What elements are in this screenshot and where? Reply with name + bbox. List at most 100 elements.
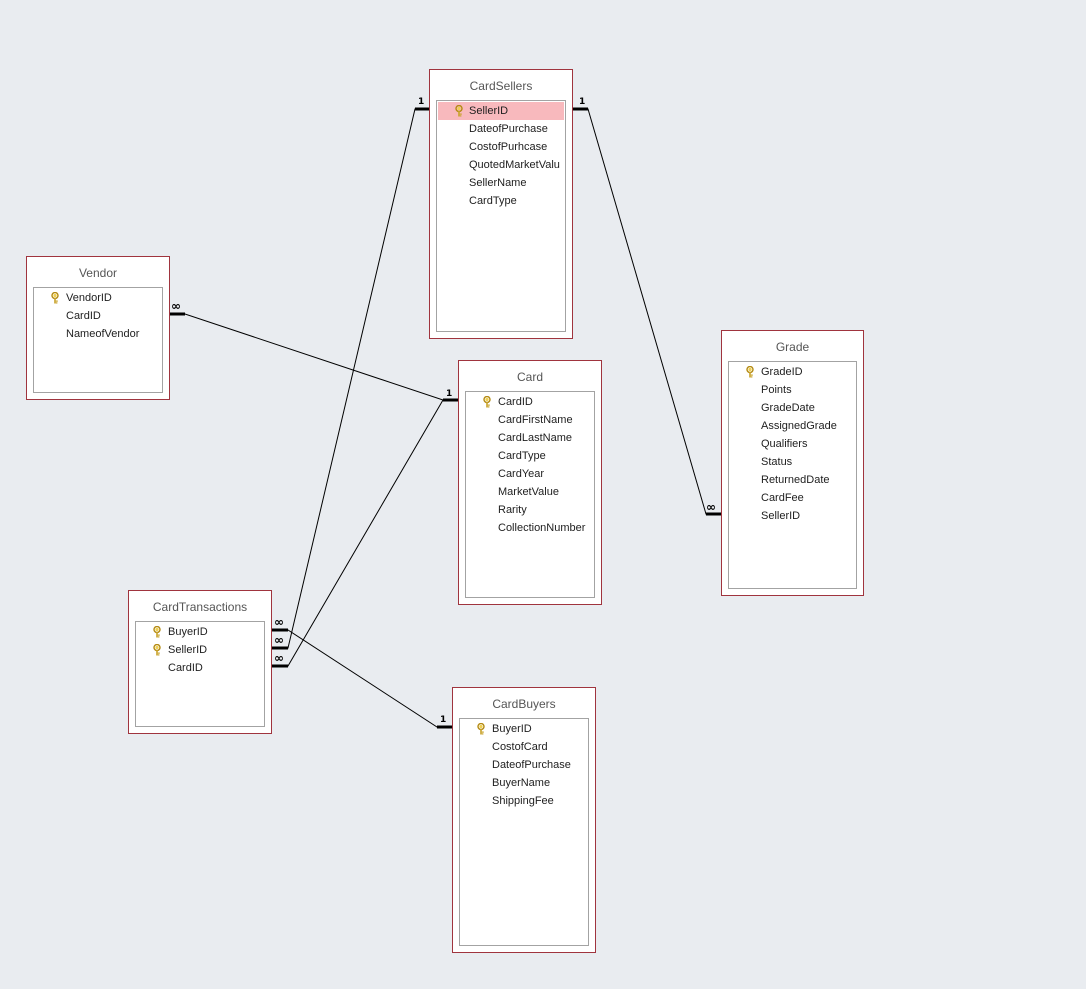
field-name: CardFee [761, 492, 804, 504]
one-marker: 1 [579, 97, 586, 107]
field-row[interactable]: Status [729, 453, 856, 471]
field-row[interactable]: GradeID [729, 363, 856, 381]
relationship-line-card-transactions [271, 399, 459, 667]
field-name: BuyerID [492, 723, 532, 735]
field-name: CardType [469, 195, 517, 207]
primary-key-icon [50, 291, 60, 304]
field-row[interactable]: GradeDate [729, 399, 856, 417]
field-row[interactable]: ReturnedDate [729, 471, 856, 489]
primary-key-icon [152, 625, 162, 638]
field-row[interactable]: SellerID [729, 507, 856, 525]
relationship-line-buyers-transactions [271, 629, 453, 728]
field-row[interactable]: Qualifiers [729, 435, 856, 453]
field-row[interactable]: CardFee [729, 489, 856, 507]
field-row[interactable]: BuyerID [136, 623, 264, 641]
table-vendor[interactable]: Vendor VendorID CardID NameofVendor [26, 256, 170, 400]
field-row[interactable]: ShippingFee [460, 792, 588, 810]
relationship-line-vendor-card [169, 313, 459, 401]
field-name: MarketValue [498, 486, 559, 498]
table-title[interactable]: CardBuyers [453, 688, 595, 720]
field-name: SellerName [469, 177, 527, 189]
field-row[interactable]: CardID [34, 307, 162, 325]
field-name: SellerID [469, 105, 509, 117]
field-list[interactable]: BuyerID CostofCard DateofPurchase BuyerName… [459, 718, 589, 946]
field-list[interactable]: SellerID DateofPurchase CostofPurhcase Quot… [436, 100, 566, 332]
field-row[interactable]: SellerName [437, 174, 565, 192]
field-row[interactable]: CardFirstName [466, 411, 594, 429]
table-title[interactable]: CardTransactions [129, 591, 271, 623]
field-row[interactable]: SellerID [438, 102, 564, 120]
field-name: BuyerID [168, 626, 208, 638]
table-card[interactable]: Card CardID CardFirstName CardLastName Card… [458, 360, 602, 605]
field-row[interactable]: CollectionNumber [466, 519, 594, 537]
field-row[interactable]: NameofVendor [34, 325, 162, 343]
field-list[interactable]: VendorID CardID NameofVendor [33, 287, 163, 393]
field-row[interactable]: BuyerName [460, 774, 588, 792]
table-cardbuyers[interactable]: CardBuyers BuyerID CostofCard DateofPurcha… [452, 687, 596, 953]
field-name: Rarity [498, 504, 527, 516]
field-row[interactable]: CostofCard [460, 738, 588, 756]
field-row[interactable]: SellerID [136, 641, 264, 659]
table-title[interactable]: CardSellers [430, 70, 572, 102]
field-row[interactable]: VendorID [34, 289, 162, 307]
field-row[interactable]: CardYear [466, 465, 594, 483]
field-name: AssignedGrade [761, 420, 837, 432]
many-marker: ∞ [274, 651, 284, 665]
field-name: CollectionNumber [498, 522, 586, 534]
field-name: GradeDate [761, 402, 815, 414]
primary-key-icon [476, 722, 486, 735]
one-marker: 1 [418, 97, 425, 107]
field-name: SellerID [168, 644, 208, 656]
field-row[interactable]: CardType [466, 447, 594, 465]
field-row[interactable]: CardLastName [466, 429, 594, 447]
table-title[interactable]: Card [459, 361, 601, 393]
field-name: GradeID [761, 366, 803, 378]
field-name: CardFirstName [498, 414, 573, 426]
table-title[interactable]: Vendor [27, 257, 169, 289]
primary-key-icon [454, 104, 464, 117]
many-marker: ∞ [274, 615, 284, 629]
field-row[interactable]: MarketValue [466, 483, 594, 501]
field-list[interactable]: GradeID Points GradeDate AssignedGrade Quali… [728, 361, 857, 589]
field-name: CardID [66, 310, 101, 322]
field-name: CardID [168, 662, 203, 674]
table-title[interactable]: Grade [722, 331, 863, 363]
table-grade[interactable]: Grade GradeID Points GradeDate AssignedGrad… [721, 330, 864, 596]
field-name: CardLastName [498, 432, 572, 444]
field-row[interactable]: DateofPurchase [460, 756, 588, 774]
table-cardsellers[interactable]: CardSellers SellerID DateofPurchase Costof… [429, 69, 573, 339]
primary-key-icon [482, 395, 492, 408]
field-row[interactable]: BuyerID [460, 720, 588, 738]
field-row[interactable]: Points [729, 381, 856, 399]
field-row[interactable]: QuotedMarketValu [437, 156, 565, 174]
field-name: DateofPurchase [492, 759, 571, 771]
field-row[interactable]: DateofPurchase [437, 120, 565, 138]
field-name: BuyerName [492, 777, 551, 789]
field-row[interactable]: Rarity [466, 501, 594, 519]
field-name: ShippingFee [492, 795, 554, 807]
field-name: Points [761, 384, 792, 396]
field-name: VendorID [66, 292, 112, 304]
primary-key-icon [745, 365, 755, 378]
field-row[interactable]: CardID [136, 659, 264, 677]
many-marker: ∞ [274, 633, 284, 647]
field-row[interactable]: CostofPurhcase [437, 138, 565, 156]
many-marker: ∞ [706, 500, 716, 514]
field-row[interactable]: CardType [437, 192, 565, 210]
field-name: Status [761, 456, 793, 468]
field-name: Qualifiers [761, 438, 808, 450]
field-row[interactable]: AssignedGrade [729, 417, 856, 435]
relationship-line-sellers-transactions [271, 108, 430, 649]
table-cardtransactions[interactable]: CardTransactions BuyerID SellerID CardID [128, 590, 272, 734]
one-marker: 1 [440, 715, 447, 725]
field-name: CostofCard [492, 741, 548, 753]
field-name: CardType [498, 450, 546, 462]
field-name: DateofPurchase [469, 123, 548, 135]
field-name: CardYear [498, 468, 545, 480]
many-marker: ∞ [171, 299, 181, 313]
field-list[interactable]: BuyerID SellerID CardID [135, 621, 265, 727]
field-list[interactable]: CardID CardFirstName CardLastName CardType C… [465, 391, 595, 598]
field-name: SellerID [761, 510, 801, 522]
field-name: QuotedMarketValu [469, 159, 560, 171]
field-row[interactable]: CardID [466, 393, 594, 411]
